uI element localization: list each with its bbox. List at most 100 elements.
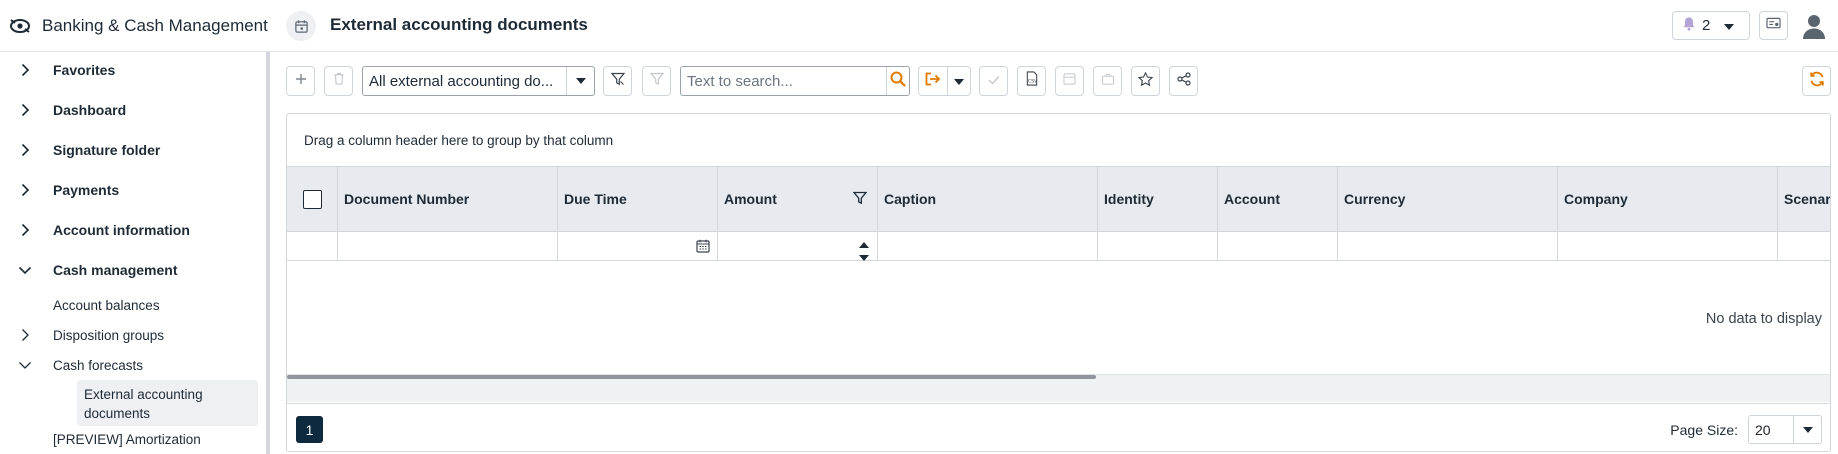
export-button[interactable] [919,67,948,95]
filter-icon [610,72,625,91]
column-header-account[interactable]: Account [1218,167,1338,231]
sidebar-item-signature-folder[interactable]: Signature folder [0,135,260,165]
search-input[interactable] [681,67,886,95]
select-all-checkbox[interactable] [303,190,322,209]
sidebar-item-label: External accounting documents [84,387,203,421]
export-button-group [918,66,971,96]
chevron-right-icon [18,328,32,342]
column-header-label: Document Number [344,191,470,207]
notification-count: 2 [1702,17,1711,34]
refresh-button[interactable] [1802,66,1831,96]
filter-cell-company[interactable] [1558,232,1778,260]
group-panel[interactable]: Drag a column header here to group by th… [287,114,1830,167]
csv-export-button[interactable]: CSV [1017,66,1046,96]
top-bar: Banking & Cash Management External accou… [0,0,1838,52]
view-select[interactable]: All external accounting do... [362,66,595,96]
horizontal-scrollbar[interactable] [287,374,1830,402]
filter-cell-currency[interactable] [1338,232,1558,260]
filter-cell-empty [287,232,338,260]
archive-button[interactable] [1055,66,1084,96]
spin-down-icon[interactable] [859,248,869,266]
sidebar-item-cash-management[interactable]: Cash management [0,255,260,285]
chevron-down-icon [954,72,964,90]
star-icon [1137,71,1154,91]
empty-grid-message: No data to display [1705,311,1822,327]
delete-button[interactable] [324,66,353,96]
filter-cell-caption[interactable] [878,232,1098,260]
sidebar-resize-handle[interactable] [266,52,270,454]
sidebar-item-label: Account balances [53,297,160,313]
filter-cell-account[interactable] [1218,232,1338,260]
search-button[interactable] [886,67,909,95]
svg-text:CSV: CSV [1027,78,1037,84]
card-info-button[interactable] [1759,11,1788,40]
app-title[interactable]: Banking & Cash Management [42,16,268,36]
sidebar-item-label: Dashboard [53,102,127,118]
column-header-label: Amount [724,191,777,207]
favorite-button[interactable] [1131,66,1160,96]
column-header-scenario[interactable]: Scenari [1778,167,1830,231]
scrollbar-thumb[interactable] [287,375,1096,379]
grid-header-row: Document Number Due Time Amount Caption … [287,167,1830,232]
column-header-due-time[interactable]: Due Time [558,167,718,231]
chevron-right-icon [18,223,32,237]
sidebar-item-cash-forecasts[interactable]: Cash forecasts [0,350,260,380]
column-filter-icon[interactable] [852,191,868,210]
trash-icon [333,72,345,90]
column-header-label: Due Time [564,191,627,207]
notifications-button[interactable]: 2 [1672,11,1750,40]
share-button[interactable] [1169,66,1198,96]
sidebar-item-preview-amortization[interactable]: [PREVIEW] Amortization [53,432,201,447]
refresh-icon [1809,71,1825,92]
column-header-amount[interactable]: Amount [718,167,878,231]
user-avatar-icon[interactable] [1800,12,1828,40]
column-header-caption[interactable]: Caption [878,167,1098,231]
chevron-down-icon [18,263,32,277]
archive-icon [1063,72,1076,90]
page-size-value: 20 [1755,421,1771,438]
chevron-right-icon [18,183,32,197]
filter-cell-document-number[interactable] [338,232,558,260]
export-dropdown-button[interactable] [948,67,970,95]
filter-cell-identity[interactable] [1098,232,1218,260]
filter-cell-amount[interactable] [718,232,878,261]
approve-button[interactable] [979,66,1008,96]
sidebar-item-label: Favorites [53,62,116,78]
filter-button[interactable] [603,66,632,96]
id-card-icon [1766,17,1781,35]
filter-cell-scenario[interactable] [1778,232,1830,260]
chevron-down-icon[interactable] [566,67,594,95]
sidebar-item-payments[interactable]: Payments [0,175,260,205]
chevron-down-icon[interactable] [1793,416,1821,443]
chevron-down-icon [1724,17,1735,35]
column-header-company[interactable]: Company [1558,167,1778,231]
page-button-current[interactable]: 1 [296,416,323,443]
filter-cell-due-time[interactable] [558,232,718,260]
briefcase-button[interactable] [1093,66,1122,96]
view-select-value: All external accounting do... [369,72,554,90]
column-header-identity[interactable]: Identity [1098,167,1218,231]
sidebar-item-external-accounting-documents[interactable]: External accounting documents [77,380,258,426]
share-icon [1176,71,1191,91]
sidebar-item-account-information[interactable]: Account information [0,215,260,245]
sidebar-item-account-balances[interactable]: Account balances [0,290,260,320]
page-size-select[interactable]: 20 [1748,415,1822,444]
sidebar-item-disposition-groups[interactable]: Disposition groups [0,320,260,350]
column-header-label: Currency [1344,191,1406,207]
page-size-label: Page Size: [1670,422,1738,438]
column-header-label: Company [1564,191,1628,207]
csv-file-icon: CSV [1025,71,1039,91]
sidebar-item-favorites[interactable]: Favorites [0,55,260,85]
column-header-currency[interactable]: Currency [1338,167,1558,231]
calendar-icon[interactable] [696,239,710,258]
column-header-document-number[interactable]: Document Number [338,167,558,231]
bell-icon [1682,16,1696,36]
app-logo-icon[interactable] [8,14,32,38]
clear-filter-button[interactable] [642,66,671,96]
sidebar-item-dashboard[interactable]: Dashboard [0,95,260,125]
add-button[interactable] [286,66,315,96]
chevron-right-icon [18,63,32,77]
filter-off-icon [649,72,664,91]
select-all-cell [287,167,338,231]
column-header-label: Caption [884,191,937,207]
